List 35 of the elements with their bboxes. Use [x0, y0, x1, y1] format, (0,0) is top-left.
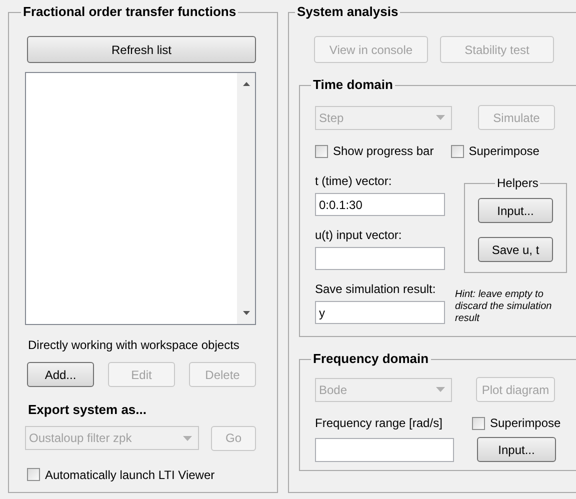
scroll-down-icon[interactable] — [242, 311, 250, 315]
button[interactable]: Add... — [27, 362, 94, 387]
export-title: Export system as... — [28, 401, 148, 419]
checkbox-label: Superimpose — [490, 415, 561, 432]
input-field[interactable]: 0:0.1:30 — [315, 193, 445, 216]
group-title: Fractional order transfer functions — [22, 4, 238, 20]
button[interactable]: Input... — [477, 437, 556, 462]
field-label: u(t) input vector: — [315, 228, 403, 242]
button[interactable]: Save u, t — [478, 237, 553, 262]
button[interactable]: Input... — [478, 198, 553, 223]
field-label: Frequency range [rad/s] — [315, 415, 444, 432]
checkbox[interactable] — [450, 144, 464, 158]
group-title: Time domain — [312, 77, 394, 93]
input-field[interactable]: y — [315, 301, 445, 324]
field-label: Save simulation result: — [315, 282, 437, 296]
group-title: System analysis — [296, 4, 400, 20]
hint-text: Hint: leave empty to discard the simulation result — [455, 289, 553, 325]
scrollbar[interactable] — [237, 73, 255, 324]
checkbox-label: Superimpose — [468, 143, 540, 160]
input-field[interactable] — [315, 438, 454, 462]
caret-icon — [436, 387, 445, 392]
checkbox[interactable] — [315, 144, 328, 158]
checkbox-label: Automatically launch LTI Viewer — [45, 466, 215, 484]
checkbox[interactable] — [27, 468, 40, 481]
caret-icon — [436, 115, 445, 120]
workspace-label: Directly working with workspace objects — [28, 337, 240, 354]
scroll-up-icon[interactable] — [242, 82, 250, 86]
field-label: t (time) vector: — [315, 174, 393, 188]
input-field[interactable] — [315, 247, 445, 270]
checkbox[interactable] — [472, 416, 485, 430]
group-title: Frequency domain — [312, 351, 430, 367]
checkbox-label: Show progress bar — [333, 143, 434, 160]
caret-icon — [183, 436, 192, 440]
group-title: Helpers — [496, 175, 540, 192]
button[interactable]: Refresh list — [27, 36, 256, 63]
